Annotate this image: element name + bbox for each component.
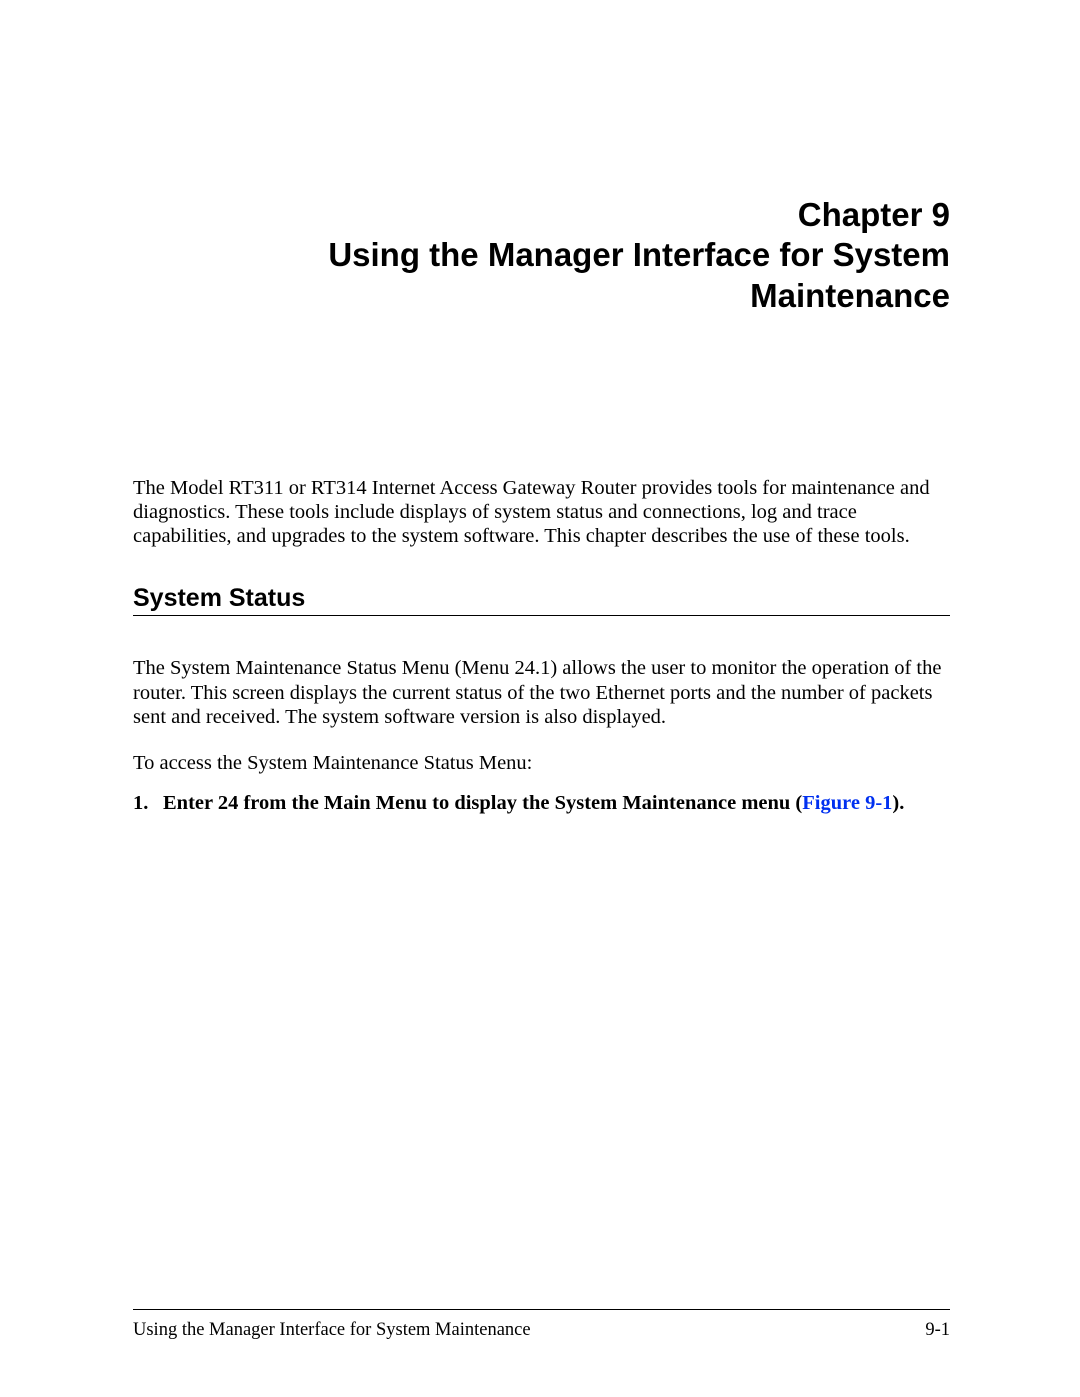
step-text-before: Enter 24 from the Main Menu to display t…	[163, 792, 802, 814]
intro-paragraph: The Model RT311 or RT314 Internet Access…	[133, 476, 950, 549]
figure-link[interactable]: Figure 9-1	[802, 792, 892, 814]
footer-rule	[133, 1309, 950, 1310]
footer-page-number: 9-1	[925, 1320, 950, 1341]
chapter-header: Chapter 9 Using the Manager Interface fo…	[133, 195, 950, 316]
chapter-title-line2: Maintenance	[133, 276, 950, 316]
page-footer: Using the Manager Interface for System M…	[133, 1309, 950, 1341]
step-list: 1. Enter 24 from the Main Menu to displa…	[133, 791, 950, 815]
chapter-number: Chapter 9	[133, 195, 950, 235]
page-container: Chapter 9 Using the Manager Interface fo…	[0, 0, 1080, 1397]
step-text: Enter 24 from the Main Menu to display t…	[163, 791, 950, 815]
footer-row: Using the Manager Interface for System M…	[133, 1320, 950, 1341]
footer-title: Using the Manager Interface for System M…	[133, 1320, 531, 1341]
section-heading-system-status: System Status	[133, 584, 950, 616]
chapter-title-line1: Using the Manager Interface for System	[133, 235, 950, 275]
access-instruction: To access the System Maintenance Status …	[133, 751, 950, 775]
section-body-paragraph: The System Maintenance Status Menu (Menu…	[133, 656, 950, 729]
step-text-after: ).	[892, 792, 904, 814]
step-item-1: 1. Enter 24 from the Main Menu to displa…	[133, 791, 950, 815]
step-number: 1.	[133, 791, 163, 815]
